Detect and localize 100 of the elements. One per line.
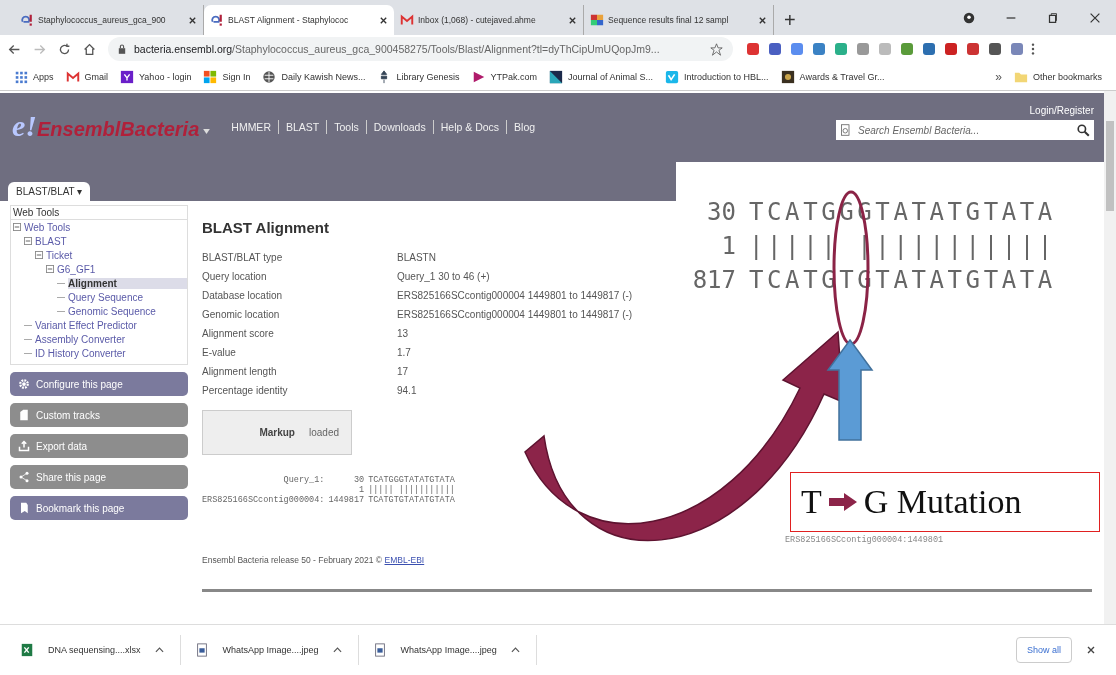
- close-icon[interactable]: [758, 15, 767, 25]
- download-item[interactable]: WhatsApp Image....jpeg: [372, 635, 537, 665]
- collapse-toggle-icon[interactable]: [35, 251, 43, 259]
- extension-icon[interactable]: [789, 41, 805, 57]
- tree-item[interactable]: Ticket: [46, 249, 73, 261]
- sequence-name: ERS825166SCcontig000004:: [202, 495, 325, 505]
- close-icon[interactable]: [188, 15, 197, 25]
- home-icon[interactable]: [83, 42, 96, 56]
- nav-link[interactable]: Blog: [507, 121, 543, 133]
- footer-link[interactable]: EMBL-EBI: [384, 555, 425, 565]
- tree-item[interactable]: Alignment: [68, 277, 187, 289]
- bookmark-item[interactable]: Awards & Travel Gr...: [780, 69, 885, 84]
- extension-icon[interactable]: [987, 41, 1003, 57]
- nav-link[interactable]: BLAST: [278, 121, 327, 133]
- bookmark-item[interactable]: YTPak.com: [471, 69, 537, 84]
- download-name: DNA sequensing....xlsx: [48, 645, 141, 655]
- download-item[interactable]: DNA sequensing....xlsx: [20, 635, 181, 665]
- extension-icon[interactable]: [1009, 41, 1025, 57]
- caret-icon[interactable]: [203, 129, 211, 134]
- species-icon[interactable]: [840, 123, 852, 137]
- nav-link[interactable]: HMMER: [224, 121, 278, 133]
- bookmark-label: Apps: [33, 71, 54, 82]
- collapse-toggle-icon[interactable]: [46, 265, 54, 273]
- close-icon[interactable]: [1086, 645, 1096, 655]
- bookmark-item[interactable]: Gmail: [65, 69, 109, 84]
- bookmark-label: Awards & Travel Gr...: [799, 71, 885, 82]
- search-field[interactable]: Search Ensembl Bacteria...: [836, 120, 1094, 140]
- menu-icon[interactable]: [1031, 42, 1035, 56]
- extension-icon[interactable]: [943, 41, 959, 57]
- bookmark-item[interactable]: Yahoo - login: [120, 69, 192, 84]
- bookmark-item[interactable]: Sign In: [203, 69, 251, 84]
- tree-item[interactable]: Query Sequence: [68, 291, 144, 303]
- extension-icon[interactable]: [745, 41, 761, 57]
- caret-icon[interactable]: [510, 647, 520, 653]
- bookmark-item[interactable]: Introduction to HBL...: [665, 69, 769, 84]
- close-icon[interactable]: [1088, 11, 1102, 25]
- login-link[interactable]: Login/Register: [1029, 105, 1094, 116]
- tree-item[interactable]: G6_GF1: [57, 263, 96, 275]
- extension-icon[interactable]: [899, 41, 915, 57]
- sequence-text: TCATGTGTATATGTATA: [368, 495, 455, 505]
- sequence-position: 30: [352, 475, 365, 485]
- detail-value: 17: [397, 366, 409, 377]
- sidebar-button[interactable]: Configure this page: [10, 372, 188, 396]
- restore-icon[interactable]: [1046, 11, 1060, 25]
- detail-value: BLASTN: [397, 252, 436, 263]
- close-icon[interactable]: [568, 15, 577, 25]
- markup-status: loaded: [308, 427, 339, 438]
- back-icon[interactable]: [8, 42, 21, 56]
- sidebar-button[interactable]: Bookmark this page: [10, 496, 188, 520]
- bookmark-item[interactable]: Journal of Animal S...: [549, 69, 654, 84]
- search-icon[interactable]: [1077, 123, 1090, 137]
- bookmark-item[interactable]: Apps: [14, 69, 54, 84]
- bookmark-item[interactable]: Daily Kawish News...: [262, 69, 366, 84]
- download-item[interactable]: WhatsApp Image....jpeg: [194, 635, 359, 665]
- sequence-position: 1: [720, 232, 736, 260]
- collapse-toggle-icon[interactable]: [24, 237, 32, 245]
- extension-icon[interactable]: [767, 41, 783, 57]
- detail-label: Database location: [202, 290, 283, 301]
- tree-item[interactable]: Web Tools: [24, 221, 71, 233]
- tree-item[interactable]: BLAST: [35, 235, 67, 247]
- close-icon[interactable]: [379, 15, 388, 25]
- share-icon: [18, 471, 30, 483]
- browser-tab[interactable]: Sequence results final 12 sampl: [584, 5, 774, 35]
- scrollbar[interactable]: [1104, 91, 1116, 624]
- nav-link[interactable]: Downloads: [366, 121, 433, 133]
- extension-icon[interactable]: [921, 41, 937, 57]
- detail-label: Percentage identity: [202, 385, 288, 396]
- extension-icon[interactable]: [811, 41, 827, 57]
- sequence-name: ERS825166SCcontig000004:1449801: [785, 535, 944, 545]
- browser-tab[interactable]: BLAST Alignment - Staphylococ: [204, 5, 394, 35]
- other-bookmarks-item[interactable]: Other bookmarks: [1013, 69, 1102, 84]
- address-field[interactable]: bacteria.ensembl.org/Staphylococcus_aureus_gca_900458275/Tools/Blast/Alignment?tl=dyThCipUmUQopJm9...: [108, 37, 733, 61]
- tree-item[interactable]: ID History Converter: [35, 347, 126, 359]
- caret-icon[interactable]: [332, 647, 342, 653]
- more-bookmarks-button[interactable]: »: [995, 69, 1002, 84]
- detail-label: Query location: [202, 271, 267, 282]
- new-tab-button[interactable]: +: [774, 5, 806, 35]
- tree-item[interactable]: Assembly Converter: [35, 333, 126, 345]
- detail-value: 1.7: [397, 347, 411, 358]
- sequence-name: Query_1:: [282, 475, 325, 485]
- nav-link[interactable]: Tools: [327, 121, 366, 133]
- export-icon: [18, 440, 30, 452]
- collapse-toggle-icon[interactable]: [13, 223, 21, 231]
- section-tab[interactable]: BLAST/BLAT ▾: [8, 182, 91, 201]
- extension-icon[interactable]: [965, 41, 981, 57]
- colorful-tile-icon: [590, 13, 604, 27]
- nav-link[interactable]: Help & Docs: [433, 121, 507, 133]
- bookmark-item[interactable]: Library Genesis: [377, 69, 460, 84]
- show-all-button[interactable]: Show all: [1015, 637, 1072, 663]
- caret-icon[interactable]: [154, 647, 164, 653]
- profile-icon[interactable]: [962, 11, 976, 25]
- tree-item[interactable]: Genomic Sequence: [68, 305, 156, 317]
- bookmark-label: Library Genesis: [396, 71, 460, 82]
- tree-item[interactable]: Variant Effect Predictor: [35, 319, 137, 331]
- windows-icon: [203, 69, 218, 84]
- star-icon[interactable]: [710, 42, 723, 56]
- sequence-text: TCATGGGTATATGTATA: [368, 475, 455, 485]
- reload-icon[interactable]: [58, 42, 71, 56]
- sequence-position: 1449817: [328, 495, 365, 505]
- browser-tab[interactable]: Inbox (1,068) - cutejaved.ahme: [394, 5, 584, 35]
